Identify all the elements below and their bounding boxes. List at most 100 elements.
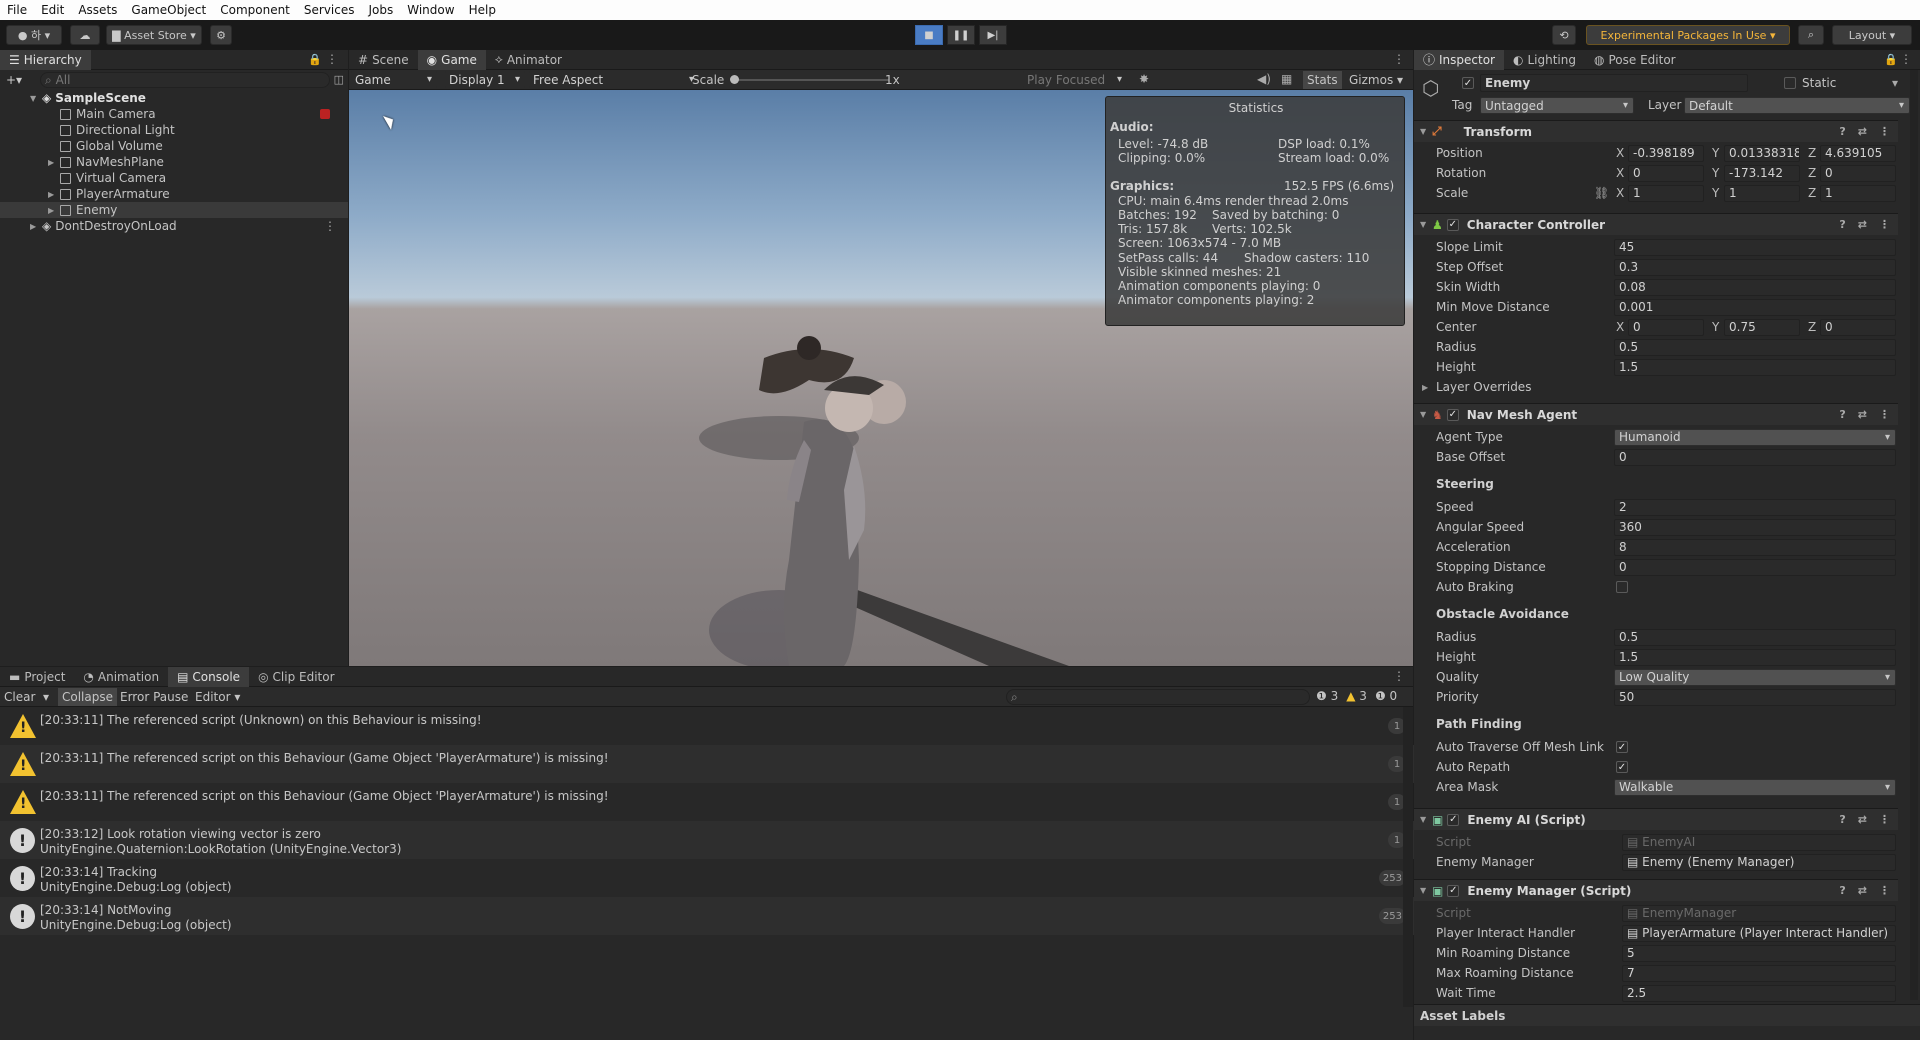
log-row[interactable]: ! [20:33:14] Tracking UnityEngine.Debug:Lo… [0,859,1414,897]
enabled-checkbox[interactable]: ✓ [1446,218,1459,231]
editor-dropdown[interactable]: Editor ▾ [195,690,240,704]
help-icon[interactable]: ? [1839,884,1845,897]
menu-file[interactable]: File [0,3,34,17]
obstacle-height-input[interactable]: 1.5 [1614,648,1896,666]
position-z-input[interactable]: 4.639105 [1820,144,1896,162]
scale-slider[interactable] [733,79,889,81]
add-icon[interactable]: +▾ [6,73,22,87]
hierarchy-item-main-camera[interactable]: Main Camera [0,106,348,122]
tag-dropdown[interactable]: Untagged [1480,97,1634,114]
tab-inspector[interactable]: ⓘ Inspector [1414,50,1504,70]
play-button[interactable]: ■ [915,25,943,45]
cc-height-input[interactable]: 1.5 [1614,358,1896,376]
console-scrollbar[interactable] [1403,707,1413,1007]
preset-icon[interactable]: ⇄ [1858,125,1867,138]
lock-icon[interactable]: 🔒 [308,53,322,66]
console-search-input[interactable]: ⌕ [1006,689,1310,705]
gizmos-button[interactable]: Gizmos ▾ [1345,71,1407,89]
skin-width-input[interactable]: 0.08 [1614,278,1896,296]
speed-input[interactable]: 2 [1614,498,1896,516]
asset-store-button[interactable]: ▇ Asset Store ▾ [106,25,202,45]
menu-jobs[interactable]: Jobs [362,3,401,17]
pause-button[interactable]: ❚❚ [947,25,975,45]
log-row[interactable]: ! [20:33:12] Look rotation viewing vector… [0,821,1414,859]
more-icon[interactable]: ⋮ [1393,52,1405,66]
rotation-x-input[interactable]: 0 [1628,164,1704,182]
scale-slider-handle[interactable] [730,75,739,84]
hierarchy-item-virtual-camera[interactable]: Virtual Camera [0,170,348,186]
max-roaming-input[interactable]: 7 [1622,964,1896,982]
asset-labels-footer[interactable]: Asset Labels [1414,1004,1920,1026]
preset-icon[interactable]: ⇄ [1858,884,1867,897]
cloud-button[interactable]: ☁ [70,25,100,45]
position-x-input[interactable]: -0.398189 [1628,144,1704,162]
preset-icon[interactable]: ⇄ [1858,218,1867,231]
collapse-button[interactable]: Collapse [58,688,117,706]
scale-y-input[interactable]: 1 [1724,184,1800,202]
tab-hierarchy[interactable]: ☰ Hierarchy [0,49,91,70]
enemy-manager-field[interactable]: ▤ Enemy (Enemy Manager) [1622,853,1896,871]
static-checkbox[interactable] [1784,77,1796,89]
position-y-input[interactable]: 0.01338318 [1724,144,1800,162]
auto-traverse-checkbox[interactable]: ✓ [1616,741,1628,753]
display-dropdown[interactable]: Display 1 [445,71,525,88]
hierarchy-item-enemy[interactable]: ▶ Enemy [0,202,348,218]
scale-x-input[interactable]: 1 [1628,184,1704,202]
slope-limit-input[interactable]: 45 [1614,238,1896,256]
history-button[interactable]: ⟲ [1552,25,1576,45]
tab-project[interactable]: ▬ Project [0,667,74,687]
lock-icon[interactable]: 🔒 [1884,53,1898,66]
layer-overrides-row[interactable]: ▶ Layer Overrides [1414,377,1898,397]
agent-type-dropdown[interactable]: Humanoid [1614,428,1896,446]
scene-icon[interactable]: ◫ [334,73,344,86]
link-icon[interactable]: ⛓ [1594,186,1609,200]
min-roaming-input[interactable]: 5 [1622,944,1896,962]
center-y-input[interactable]: 0.75 [1724,318,1800,336]
min-move-distance-input[interactable]: 0.001 [1614,298,1896,316]
help-icon[interactable]: ? [1839,408,1845,421]
log-row[interactable]: [20:33:11] The referenced script (Unknow… [0,707,1414,745]
more-icon[interactable]: ⋮ [324,219,336,233]
tab-lighting[interactable]: ◐ Lighting [1504,50,1585,70]
layer-dropdown[interactable]: Default [1684,97,1910,114]
more-icon[interactable]: ⋮ [1900,52,1912,66]
help-icon[interactable]: ? [1839,125,1845,138]
menu-services[interactable]: Services [297,3,362,17]
help-icon[interactable]: ? [1839,813,1845,826]
angular-speed-input[interactable]: 360 [1614,518,1896,536]
preset-icon[interactable]: ⇄ [1858,408,1867,421]
enemy-manager-header[interactable]: ▼ ▣ ✓ Enemy Manager (Script)? ⇄ ⋮ [1414,879,1898,901]
step-offset-input[interactable]: 0.3 [1614,258,1896,276]
quality-dropdown[interactable]: Low Quality [1614,668,1896,686]
search-button[interactable]: ⌕ [1798,25,1824,45]
active-checkbox[interactable]: ✓ [1462,77,1474,89]
character-controller-header[interactable]: ▼ ♟ ✓ Character Controller? ⇄ ⋮ [1414,213,1898,235]
enabled-checkbox[interactable]: ✓ [1447,813,1460,826]
hierarchy-item-global-volume[interactable]: Global Volume [0,138,348,154]
account-button[interactable]: ● 하 ▾ [6,25,62,45]
enabled-checkbox[interactable]: ✓ [1447,884,1460,897]
player-interact-handler-field[interactable]: ▤ PlayerArmature (Player Interact Handle… [1622,924,1896,942]
rotation-y-input[interactable]: -173.142 [1724,164,1800,182]
enabled-checkbox[interactable]: ✓ [1446,408,1459,421]
tab-animator[interactable]: ⟡ Animator [486,50,571,70]
warning-filter-button[interactable]: ▲ 3 [1346,689,1367,703]
log-row[interactable]: ! [20:33:14] NotMoving UnityEngine.Debug:L… [0,897,1414,935]
dont-destroy-row[interactable]: ▶ ◈ DontDestroyOnLoad ⋮ [0,218,348,234]
center-x-input[interactable]: 0 [1628,318,1704,336]
step-button[interactable]: ▶| [979,25,1007,45]
tab-console[interactable]: ▤ Console [168,666,250,687]
log-row[interactable]: [20:33:11] The referenced script on this… [0,745,1414,783]
tab-game[interactable]: ◉ Game [417,49,486,70]
auto-braking-checkbox[interactable] [1616,581,1628,593]
acceleration-input[interactable]: 8 [1614,538,1896,556]
aspect-dropdown[interactable]: Free Aspect [529,71,699,88]
grid-icon[interactable]: ▦ [1281,72,1292,86]
more-icon[interactable]: ⋮ [326,52,338,66]
log-row[interactable]: [20:33:11] The referenced script on this… [0,783,1414,821]
area-mask-dropdown[interactable]: Walkable [1614,778,1896,796]
settings-button[interactable]: ⚙ [210,25,232,45]
tab-clip-editor[interactable]: ◎ Clip Editor [249,667,343,687]
clear-button[interactable]: Clear ▾ [4,690,49,704]
scale-z-input[interactable]: 1 [1820,184,1896,202]
